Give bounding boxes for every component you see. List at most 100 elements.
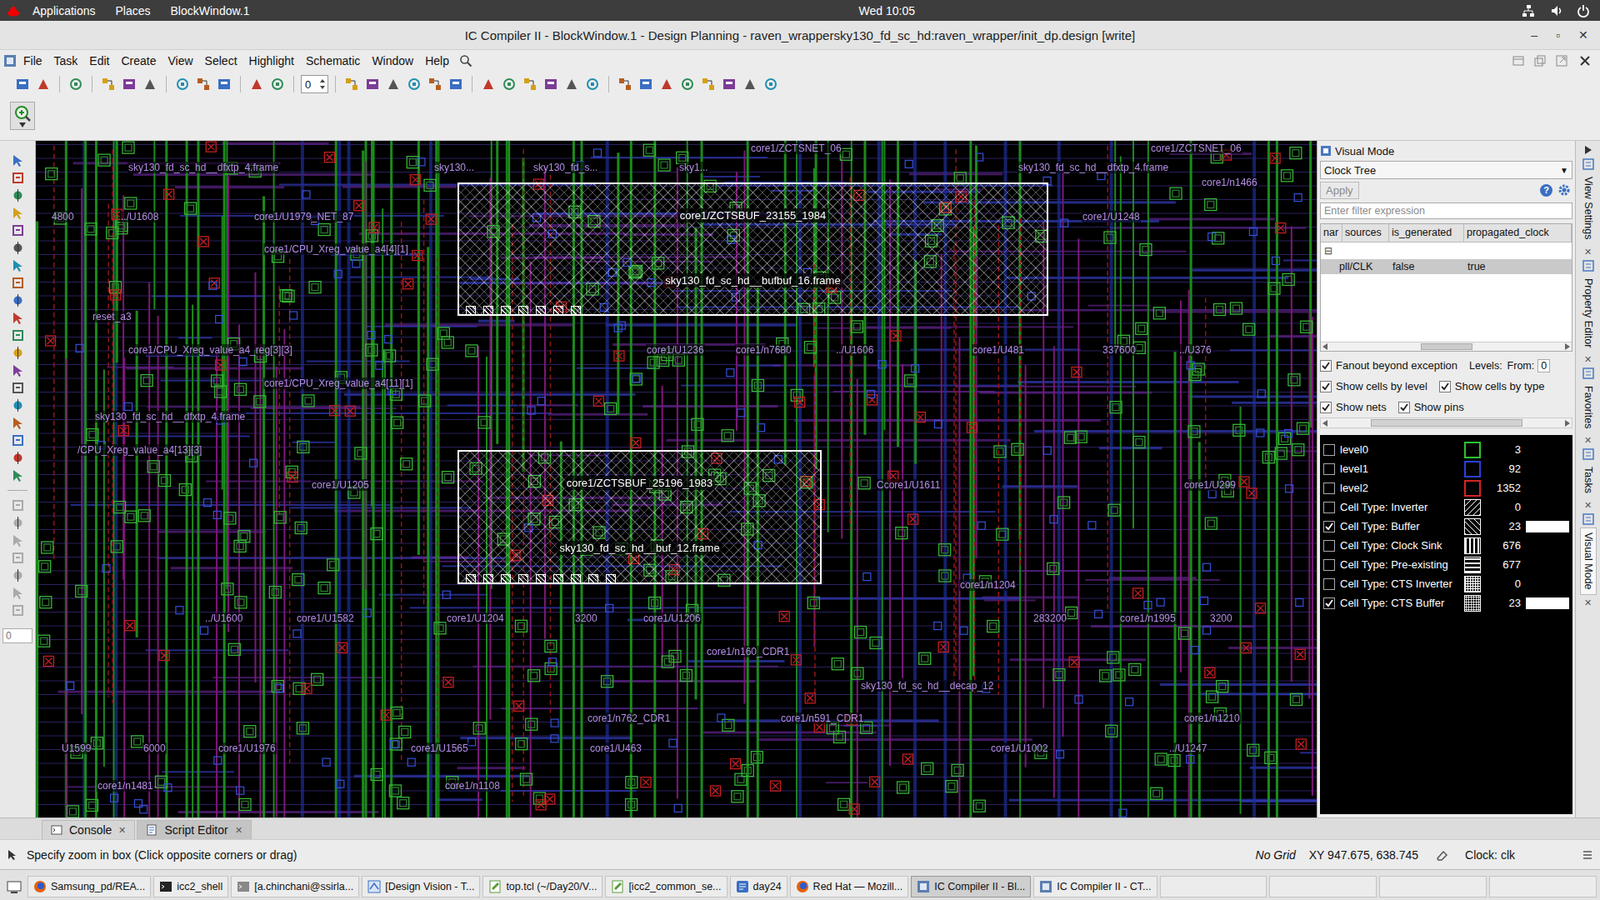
tool-icon[interactable] [480, 76, 496, 92]
table-row[interactable]: pll/CLKfalsetrue [1320, 259, 1572, 275]
checkbox[interactable] [1323, 520, 1335, 533]
checkbox[interactable] [1320, 360, 1332, 372]
tool-icon[interactable] [501, 76, 517, 92]
tool-icon[interactable] [10, 258, 25, 273]
legend-row[interactable]: Cell Type: CTS Inverter0 [1320, 574, 1573, 594]
close-button[interactable]: ✕ [1578, 28, 1589, 42]
tool-icon[interactable] [448, 76, 464, 92]
layout-canvas[interactable]: sky130_fd_sc_hd__dfxtp_4.framesky130...s… [35, 140, 1317, 818]
top-bar-menu[interactable]: Places [108, 4, 159, 18]
bottom-tab-close[interactable]: ✕ [118, 825, 126, 836]
tool-icon[interactable] [10, 328, 25, 343]
legend-row[interactable]: level21352 [1320, 478, 1573, 498]
menu-item[interactable]: Edit [84, 52, 115, 70]
tool-icon[interactable] [344, 76, 360, 92]
taskbar-item[interactable]: top.tcl (~/Day20/V... [482, 875, 603, 898]
eraser-icon[interactable] [1435, 848, 1449, 862]
tool-icon[interactable] [564, 76, 580, 92]
tool-icon[interactable] [216, 76, 232, 92]
legend-row[interactable]: level192 [1320, 459, 1573, 479]
side-tab[interactable]: Tasks [1580, 462, 1596, 498]
tool-icon[interactable] [638, 76, 654, 92]
tool-icon[interactable] [35, 76, 51, 92]
tool-icon[interactable] [10, 585, 25, 600]
taskbar-item[interactable]: Samsung_pd/REA... [27, 875, 151, 898]
taskbar-item[interactable]: Red Hat — Mozill... [790, 875, 910, 898]
menu-item[interactable]: View [163, 52, 199, 70]
tool-icon[interactable] [249, 76, 265, 92]
tree-toggle[interactable]: ⊟ [1324, 245, 1333, 257]
tool-icon[interactable] [10, 515, 25, 530]
tool-icon[interactable] [10, 223, 25, 238]
checkbox[interactable] [1323, 501, 1335, 514]
checkbox[interactable] [1323, 482, 1335, 495]
tool-icon[interactable] [10, 450, 25, 465]
tool-icon[interactable] [680, 76, 695, 92]
option-checkbox[interactable]: Show cells by type [1439, 380, 1545, 393]
side-tab-close[interactable]: ✕ [1584, 597, 1592, 609]
tool-icon[interactable] [10, 468, 25, 483]
taskbar-item[interactable]: [icc2_common_se... [605, 875, 727, 898]
checkbox[interactable] [1323, 559, 1335, 571]
legend-row[interactable]: Cell Type: CTS Buffer23 [1320, 593, 1573, 613]
workspace-box[interactable] [1160, 875, 1268, 898]
tool-icon[interactable] [721, 76, 737, 92]
option-checkbox[interactable]: Show pins [1398, 400, 1465, 414]
zoom-level-spinbox[interactable]: 0 [300, 75, 329, 94]
tool-icon[interactable] [195, 76, 211, 92]
column-header[interactable]: propagated_clock [1464, 224, 1572, 242]
side-tab-close[interactable]: ✕ [1584, 500, 1592, 511]
option-checkbox[interactable]: Show cells by level [1320, 380, 1428, 393]
checkbox[interactable] [1323, 444, 1335, 456]
bottom-tab-close[interactable]: ✕ [235, 825, 243, 836]
tool-icon[interactable] [68, 76, 84, 92]
legend-row[interactable]: Cell Type: Pre-existing677 [1320, 555, 1573, 575]
tool-icon[interactable] [427, 76, 443, 92]
tool-icon[interactable] [10, 433, 25, 448]
option-checkbox[interactable]: Fanout beyond exception [1320, 359, 1458, 372]
checkbox[interactable] [1398, 401, 1410, 414]
left-toolbar-field[interactable]: 0 [2, 628, 33, 644]
workspace-box[interactable] [1489, 875, 1597, 898]
show-desktop-icon[interactable] [6, 879, 22, 895]
dock-icon[interactable] [1511, 54, 1525, 68]
legend-row[interactable]: Cell Type: Clock Sink676 [1320, 535, 1573, 555]
menu-item[interactable]: Highlight [244, 52, 300, 70]
side-tab-close[interactable]: ✕ [1584, 435, 1592, 446]
close-icon[interactable] [1578, 54, 1592, 68]
bottom-tab[interactable]: Script Editor✕ [136, 820, 251, 840]
menu-item[interactable]: Schematic [300, 52, 365, 70]
options-scrollbar[interactable] [1320, 417, 1573, 429]
menu-item[interactable]: Select [200, 52, 243, 70]
help-button[interactable]: ? [1540, 184, 1553, 197]
maximize-button[interactable]: ▫ [1555, 28, 1560, 42]
legend-row[interactable]: level03 [1320, 440, 1573, 460]
search-icon[interactable] [459, 54, 473, 68]
tool-icon[interactable] [121, 76, 137, 92]
checkbox[interactable] [1320, 380, 1332, 393]
tool-icon[interactable] [10, 550, 25, 565]
tool-icon[interactable] [10, 293, 25, 308]
clock-buffer-cell[interactable]: core1/ZCTSBUF_25196_1983sky130_fd_sc_hd_… [457, 450, 822, 585]
filter-input[interactable] [1320, 202, 1573, 220]
mode-dropdown[interactable]: Clock Tree▼ [1320, 160, 1573, 180]
top-bar-menu[interactable]: BlockWindow.1 [163, 4, 258, 18]
column-header[interactable]: nar [1320, 224, 1343, 242]
column-header[interactable]: is_generated [1389, 224, 1465, 242]
tool-icon[interactable] [365, 76, 380, 92]
volume-icon[interactable] [1550, 4, 1564, 18]
tool-icon[interactable] [15, 76, 30, 92]
tool-icon[interactable] [406, 76, 422, 92]
menu-item[interactable]: Window [366, 52, 419, 70]
side-tab[interactable]: Visual Mode [1580, 527, 1597, 595]
tool-icon[interactable] [142, 76, 158, 92]
tool-icon[interactable] [10, 533, 25, 548]
checkbox[interactable] [1323, 578, 1335, 590]
network-icon[interactable] [1521, 4, 1535, 18]
checkbox[interactable] [1320, 401, 1332, 414]
side-tab-close[interactable]: ✕ [1584, 354, 1592, 365]
tool-icon[interactable] [10, 415, 25, 430]
workspace-box[interactable] [1379, 875, 1487, 898]
tool-icon[interactable] [10, 398, 25, 413]
tool-icon[interactable] [10, 568, 25, 583]
